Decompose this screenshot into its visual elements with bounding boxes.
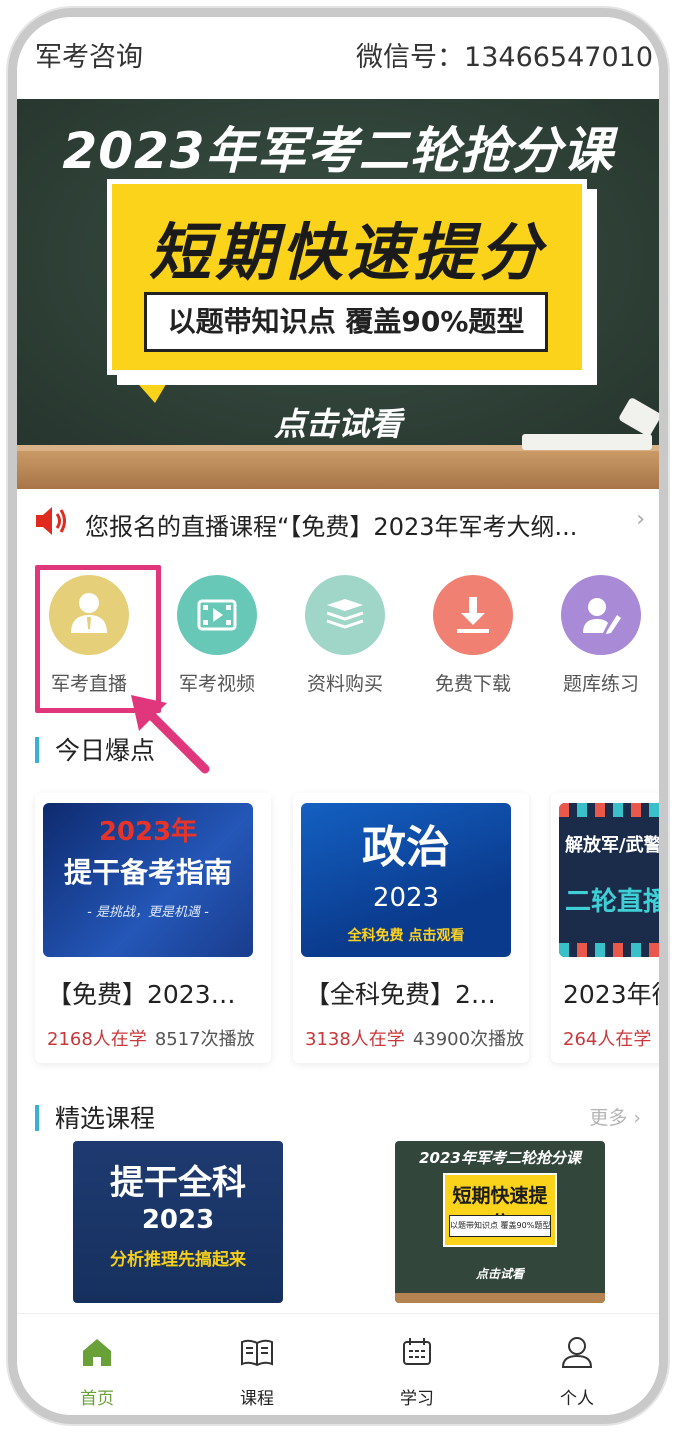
calendar-icon: [403, 1338, 431, 1365]
selected-course-list: 提干全科 2023 分析推理先搞起来 2023年军考二轮抢分课 短期快速提分 以…: [17, 1141, 659, 1311]
quick-item-question-bank[interactable]: 题库练习: [541, 565, 659, 705]
banner-headline: 2023年军考二轮抢分课: [62, 122, 614, 180]
home-icon: [83, 1339, 111, 1366]
quick-item-label: 免费下载: [434, 673, 511, 695]
books-icon: [326, 599, 364, 629]
course-title: 【全科免费】2…: [305, 980, 496, 1009]
download-icon: [457, 597, 489, 633]
film-icon: [197, 599, 237, 631]
course-thumbnail: 解放军/武警 二轮直播: [559, 803, 659, 957]
quick-item-label: 资料购买: [306, 673, 383, 695]
course-stats: 2168人在学 8517次播放: [47, 1029, 255, 1050]
banner-yellow-box: 短期快速提分 以题带知识点 覆盖90%题型: [107, 179, 587, 375]
chevron-right-icon: ›: [636, 507, 645, 532]
hot-card-list: 2023年 提干备考指南 - 是挑战，更是机遇 - 【免费】2023… 2168…: [17, 793, 659, 1069]
phone-frame: 军考咨询 微信号：13466547010 2023年军考二轮抢分课 短期快速提分…: [8, 8, 668, 1424]
tab-label: 首页: [80, 1389, 114, 1409]
tab-label: 课程: [240, 1389, 274, 1409]
selected-course-card[interactable]: 提干全科 2023 分析推理先搞起来: [73, 1141, 283, 1303]
course-card[interactable]: 解放军/武警 二轮直播 2023年德 264人在学: [551, 793, 668, 1063]
quick-item-materials[interactable]: 资料购买: [285, 565, 405, 705]
consult-title: 军考咨询: [35, 42, 143, 73]
tab-label: 学习: [400, 1389, 434, 1409]
course-thumbnail: 政治 2023 全科免费 点击观看: [301, 803, 511, 957]
promo-banner[interactable]: 2023年军考二轮抢分课 短期快速提分 以题带知识点 覆盖90%题型 点击试看: [17, 99, 659, 489]
tab-home[interactable]: 首页: [17, 1314, 177, 1415]
course-card[interactable]: 政治 2023 全科免费 点击观看 【全科免费】2… 3138人在学 43900次…: [293, 793, 529, 1063]
course-title: 2023年德: [563, 980, 668, 1009]
speaker-icon: [36, 507, 66, 535]
notice-text: 您报名的直播课程“【免费】2023年军考大纲...: [85, 513, 578, 541]
hot-section-title: 今日爆点: [35, 731, 155, 767]
course-title: 【免费】2023…: [47, 980, 236, 1009]
bottom-tab-bar: 首页 课程 学习 个人: [17, 1313, 659, 1415]
book-icon: [241, 1339, 273, 1367]
quick-item-download[interactable]: 免费下载: [413, 565, 533, 705]
wechat-id: 微信号：13466547010: [356, 42, 653, 73]
course-thumbnail: 2023年 提干备考指南 - 是挑战，更是机遇 -: [43, 803, 253, 957]
pen-user-icon: [583, 598, 621, 634]
course-stats: 264人在学: [563, 1029, 652, 1050]
tab-profile[interactable]: 个人: [497, 1314, 657, 1415]
banner-sub-text: 以题带知识点 覆盖90%题型: [144, 292, 548, 352]
quick-item-label: 题库练习: [562, 673, 639, 695]
tab-label: 个人: [560, 1389, 594, 1409]
tab-study[interactable]: 学习: [337, 1314, 497, 1415]
banner-big-text: 短期快速提分: [148, 216, 545, 289]
selected-course-card[interactable]: 2023年军考二轮抢分课 短期快速提分 以题带知识点 覆盖90%题型 点击试看: [395, 1141, 605, 1303]
chevron-right-icon: ›: [633, 1107, 641, 1129]
more-link[interactable]: 更多 ›: [589, 1103, 641, 1130]
person-icon: [561, 1337, 593, 1368]
tab-courses[interactable]: 课程: [177, 1314, 337, 1415]
selected-section-title: 精选课程: [35, 1099, 155, 1135]
notice-bar[interactable]: 您报名的直播课程“【免费】2023年军考大纲... ›: [17, 493, 659, 555]
course-stats: 3138人在学 43900次播放: [305, 1029, 525, 1050]
top-bar: 军考咨询 微信号：13466547010: [17, 17, 659, 101]
chalkboard-ledge: [17, 451, 659, 489]
banner-cta[interactable]: 点击试看: [17, 399, 659, 445]
course-card[interactable]: 2023年 提干备考指南 - 是挑战，更是机遇 - 【免费】2023… 2168…: [35, 793, 271, 1063]
